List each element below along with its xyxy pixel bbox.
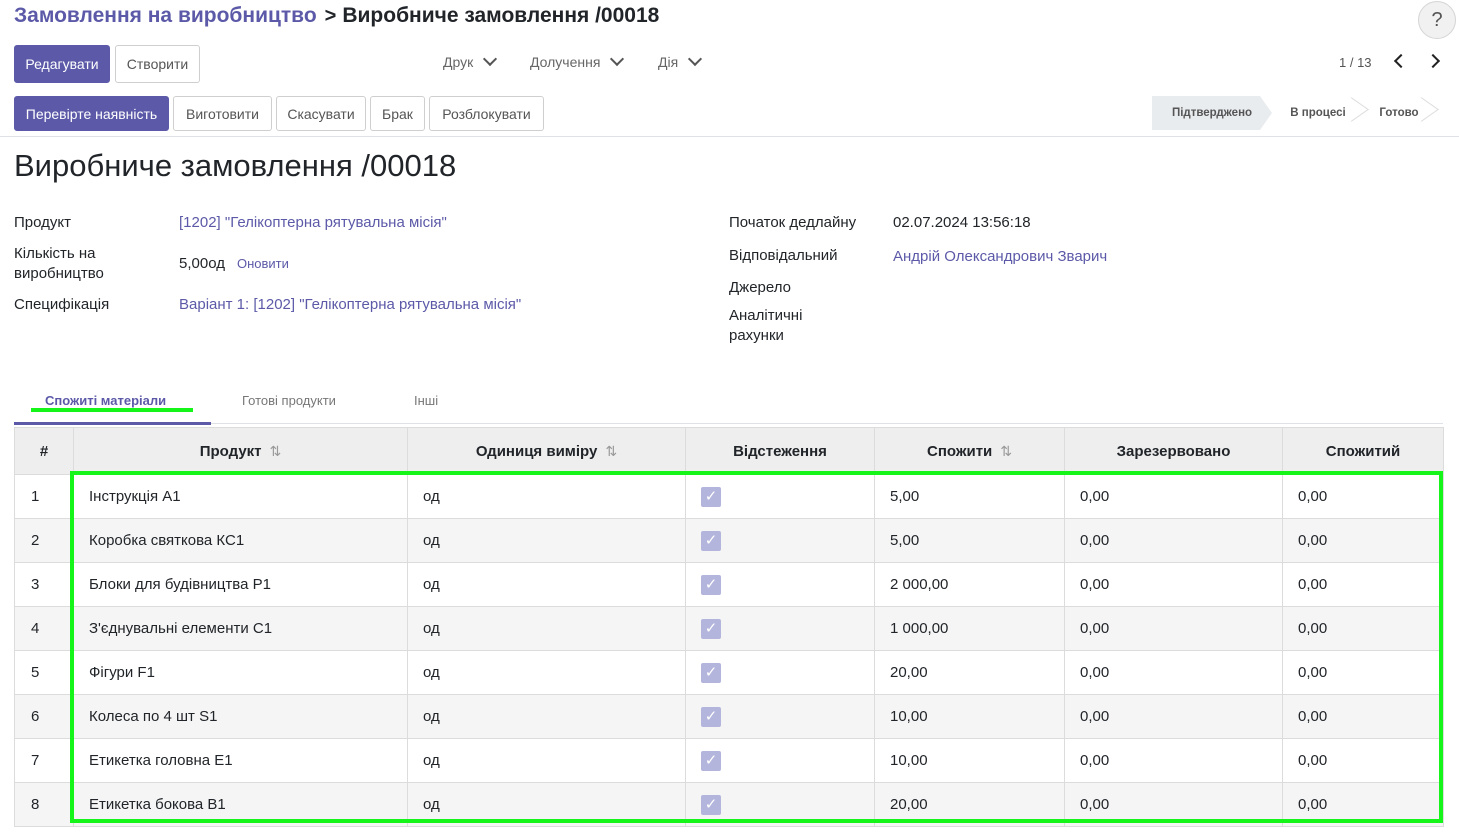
pager-value[interactable]: 1 / 13 <box>1339 55 1372 70</box>
column-header-reserved: Зарезервовано <box>1064 427 1283 475</box>
source-label: Джерело <box>729 279 791 296</box>
row-index: 1 <box>14 474 74 519</box>
highlight-box <box>70 471 1443 823</box>
notebook-tabs: Спожиті матеріали Готові продукти Інші <box>14 386 1443 424</box>
attachments-dropdown[interactable]: Долучення <box>530 51 625 70</box>
column-header-product-label: Продукт <box>199 442 262 460</box>
product-field[interactable]: [1202] "Гелікоптерна рятувальна місія" <box>179 213 447 233</box>
bom-label: Специфікація <box>14 296 110 313</box>
chevron-down-icon <box>483 51 498 67</box>
record-title: Виробниче замовлення /00018 <box>14 148 457 183</box>
tab-consumed-materials[interactable]: Спожиті матеріали <box>45 393 166 408</box>
check-availability-button[interactable]: Перевірте наявність <box>14 96 169 131</box>
action-dropdown[interactable]: Дія <box>658 51 703 70</box>
action-dropdown-label: Дія <box>658 54 679 70</box>
row-index: 4 <box>14 606 74 651</box>
product-label: Продукт <box>14 214 71 231</box>
row-index: 8 <box>14 782 74 827</box>
breadcrumb-parent-link[interactable]: Замовлення на виробництво <box>14 4 317 28</box>
breadcrumb-current: Виробниче замовлення /00018 <box>342 4 660 27</box>
chevron-left-icon[interactable] <box>1393 53 1409 69</box>
row-index: 6 <box>14 694 74 739</box>
quantity-field[interactable]: 5,00од <box>179 255 225 272</box>
tab-miscellaneous[interactable]: Інші <box>414 393 438 408</box>
row-index: 7 <box>14 738 74 783</box>
column-header-tracking: Відстеження <box>685 427 875 475</box>
sort-icon: ⇅ <box>269 442 282 459</box>
responsible-field[interactable]: Андрій Олександрович Зварич <box>893 247 1107 267</box>
status-stage-confirmed[interactable]: Підтверджено <box>1152 96 1272 130</box>
bom-field[interactable]: Варіант 1: [1202] "Гелікоптерна рятуваль… <box>179 295 521 315</box>
column-header-uom-label: Одиниця виміру <box>475 442 598 460</box>
print-dropdown-label: Друк <box>443 54 474 70</box>
scrap-button[interactable]: Брак <box>370 96 425 131</box>
tab-finished-products[interactable]: Готові продукти <box>242 393 336 408</box>
chevron-down-icon <box>688 51 703 67</box>
update-quantity-link[interactable]: Оновити <box>237 256 289 271</box>
create-button[interactable]: Створити <box>115 45 200 83</box>
column-header-product[interactable]: Продукт ⇅ <box>73 427 408 475</box>
cancel-button[interactable]: Скасувати <box>276 96 366 131</box>
highlight-underline <box>31 408 193 412</box>
attachments-dropdown-label: Долучення <box>530 54 601 70</box>
status-stage-in-progress[interactable]: В процесі <box>1272 96 1364 130</box>
sort-icon: ⇅ <box>1000 442 1012 459</box>
row-index: 2 <box>14 518 74 563</box>
deadline-label: Початок дедлайну <box>729 214 857 231</box>
edit-button[interactable]: Редагувати <box>14 45 110 83</box>
deadline-field[interactable]: 02.07.2024 13:56:18 <box>893 213 1031 233</box>
control-panel: Замовлення на виробництво > Виробниче за… <box>0 0 1459 137</box>
status-bar: Підтверджено В процесі Готово <box>1152 96 1434 130</box>
breadcrumb: Замовлення на виробництво > Виробниче за… <box>14 4 659 28</box>
analytic-accounts-label: Аналітичні рахунки <box>729 307 803 344</box>
chevron-down-icon <box>610 51 625 67</box>
column-header-uom[interactable]: Одиниця виміру ⇅ <box>407 427 686 475</box>
help-button[interactable]: ? <box>1418 1 1456 39</box>
sort-icon: ⇅ <box>605 442 618 459</box>
row-index: 3 <box>14 562 74 607</box>
status-stage-done[interactable]: Готово <box>1364 96 1434 130</box>
produce-button[interactable]: Виготовити <box>173 96 272 131</box>
column-header-index: # <box>14 427 74 475</box>
quantity-field-wrap: 5,00од Оновити <box>179 254 289 274</box>
column-header-to-consume-label: Спожити <box>926 442 993 460</box>
column-header-consumed: Спожитий <box>1282 427 1444 475</box>
table-header-row: # Продукт ⇅ Одиниця виміру ⇅ Відстеження С… <box>14 427 1444 475</box>
active-tab-indicator <box>14 422 211 425</box>
quantity-label: Кількість на виробництво <box>14 245 104 282</box>
row-index: 5 <box>14 650 74 695</box>
column-header-to-consume[interactable]: Спожити ⇅ <box>874 427 1065 475</box>
breadcrumb-separator: > <box>324 4 337 27</box>
print-dropdown[interactable]: Друк <box>443 51 498 70</box>
unlock-button[interactable]: Розблокувати <box>429 96 544 131</box>
responsible-label: Відповідальний <box>729 247 838 264</box>
chevron-right-icon[interactable] <box>1425 53 1441 69</box>
